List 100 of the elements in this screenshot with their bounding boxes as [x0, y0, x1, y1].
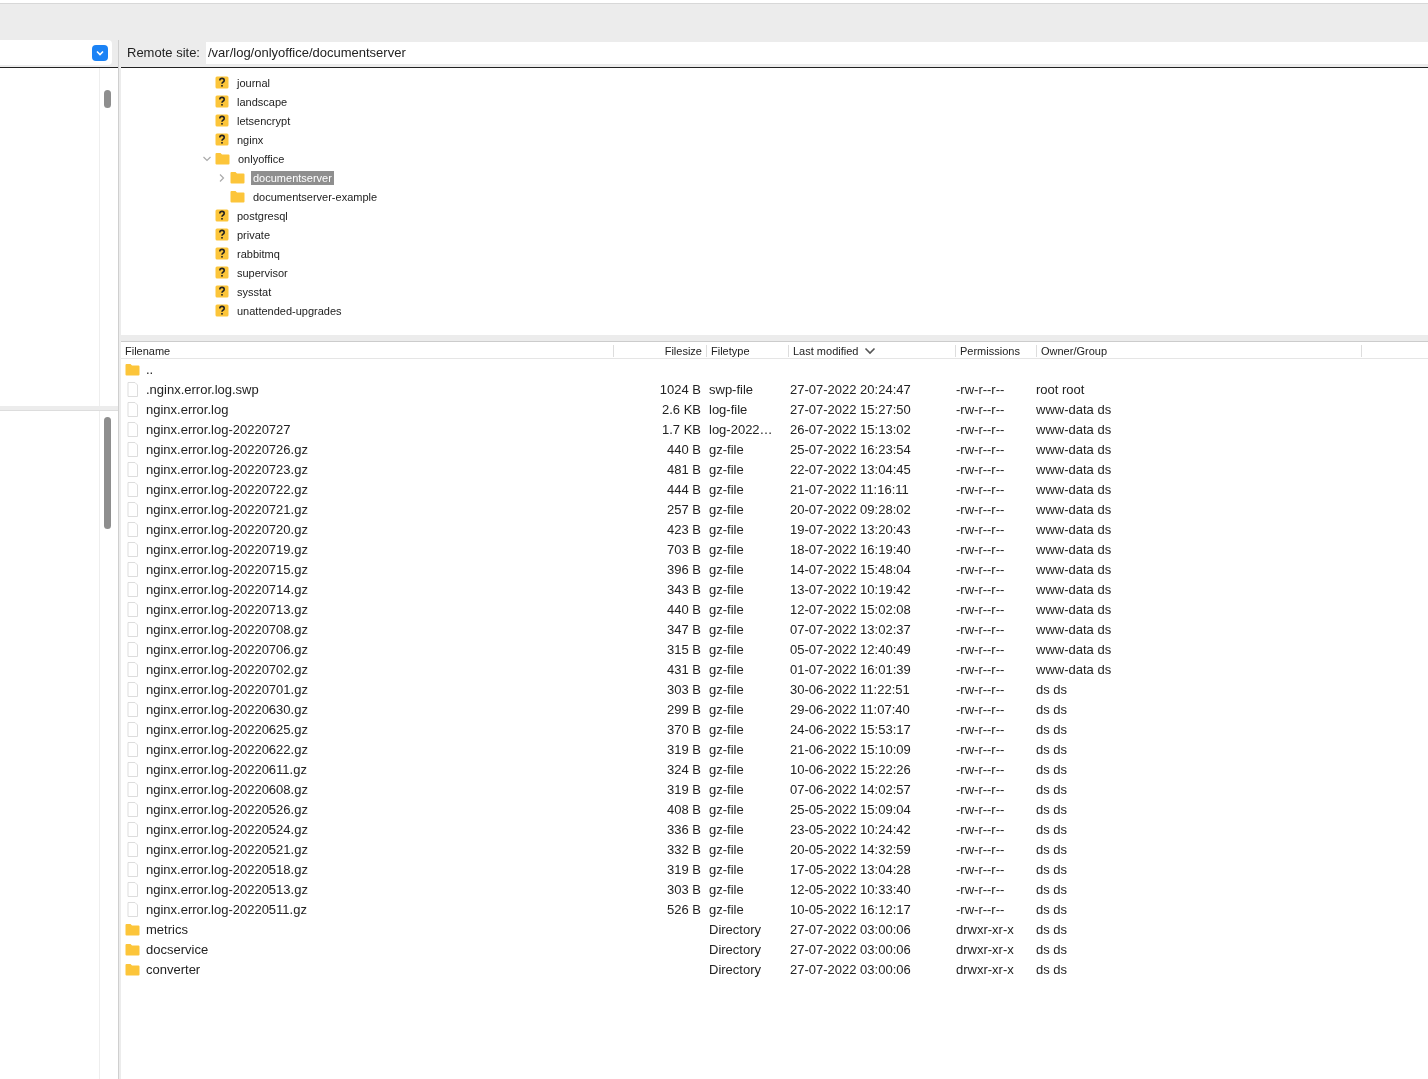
file-icon	[125, 541, 140, 557]
column-header[interactable]: Last modified	[789, 345, 956, 357]
table-cell: www-data ds	[1036, 541, 1112, 557]
table-cell: 10-06-2022 15:22:26	[790, 761, 911, 777]
file-name[interactable]: nginx.error.log-20220723.gz	[146, 461, 308, 477]
file-name[interactable]: nginx.error.log-20220518.gz	[146, 861, 308, 877]
tree-item[interactable]: letsencrypt	[235, 113, 293, 128]
tree-item[interactable]: postgresql	[235, 208, 290, 223]
table-cell: 21-07-2022 11:16:11	[790, 481, 909, 497]
table-cell: -rw-r--r--	[956, 661, 1005, 677]
table-cell: 319 B	[667, 741, 701, 757]
table-cell: drwxr-xr-x	[956, 941, 1014, 957]
table-cell: gz-file	[709, 601, 744, 617]
file-name[interactable]: nginx.error.log-20220720.gz	[146, 521, 308, 537]
tree-item[interactable]: private	[235, 227, 273, 242]
file-icon	[125, 821, 140, 837]
tree-item[interactable]: landscape	[235, 94, 290, 109]
scrollbar-thumb[interactable]	[104, 417, 111, 529]
table-cell: -rw-r--r--	[956, 741, 1005, 757]
table-cell: gz-file	[709, 901, 744, 917]
file-name[interactable]: nginx.error.log-20220702.gz	[146, 661, 308, 677]
table-cell: 526 B	[667, 901, 701, 917]
file-name[interactable]: nginx.error.log-20220722.gz	[146, 481, 308, 497]
tree-item[interactable]: documentserver-example	[251, 189, 380, 204]
table-cell: ds ds	[1036, 781, 1068, 797]
table-cell: -rw-r--r--	[956, 441, 1005, 457]
file-name[interactable]: nginx.error.log-20220701.gz	[146, 681, 308, 697]
table-cell: -rw-r--r--	[956, 901, 1005, 917]
table-cell: log-2022…	[709, 421, 773, 437]
table-cell: 27-07-2022 15:27:50	[790, 401, 911, 417]
file-name[interactable]: nginx.error.log-20220611.gz	[146, 761, 307, 777]
question-mark-icon	[215, 247, 229, 260]
file-name[interactable]: nginx.error.log-20220622.gz	[146, 741, 308, 757]
file-name[interactable]: nginx.error.log-20220513.gz	[146, 881, 308, 897]
table-cell: 27-07-2022 03:00:06	[790, 941, 911, 957]
tree-item[interactable]: nginx	[235, 132, 266, 147]
table-cell: ds ds	[1036, 901, 1068, 917]
column-header[interactable]: Filesize	[614, 345, 707, 357]
file-name[interactable]: nginx.error.log-20220721.gz	[146, 501, 308, 517]
column-header[interactable]: Permissions	[956, 345, 1037, 357]
scrollbar-thumb[interactable]	[104, 90, 111, 108]
file-name[interactable]: nginx.error.log-20220706.gz	[146, 641, 308, 657]
remote-site-field[interactable]: /var/log/onlyoffice/documentserver	[206, 41, 1428, 64]
file-name[interactable]: nginx.error.log-20220719.gz	[146, 541, 308, 557]
folder-icon	[125, 922, 140, 936]
table-cell: gz-file	[709, 741, 744, 757]
file-name[interactable]: nginx.error.log-20220630.gz	[146, 701, 308, 717]
file-icon	[125, 681, 140, 697]
file-name[interactable]: nginx.error.log-20220526.gz	[146, 801, 308, 817]
file-name[interactable]: .nginx.error.log.swp	[146, 381, 259, 397]
file-icon	[125, 701, 140, 717]
file-name[interactable]: nginx.error.log-20220727	[146, 421, 291, 437]
table-cell: -rw-r--r--	[956, 701, 1005, 717]
file-icon	[125, 581, 140, 597]
column-header[interactable]: Filename	[121, 345, 614, 357]
file-icon	[125, 501, 140, 517]
tree-item[interactable]: rabbitmq	[235, 246, 282, 261]
file-icon	[125, 661, 140, 677]
file-name[interactable]: nginx.error.log-20220608.gz	[146, 781, 308, 797]
tree-item[interactable]: journal	[235, 75, 273, 90]
table-cell: 396 B	[667, 561, 701, 577]
table-cell: root root	[1036, 381, 1085, 397]
column-header[interactable]: Owner/Group	[1037, 345, 1362, 357]
chevron-right-icon[interactable]	[218, 172, 226, 183]
table-cell: -rw-r--r--	[956, 801, 1005, 817]
table-cell: www-data ds	[1036, 581, 1112, 597]
file-name[interactable]: converter	[146, 961, 201, 977]
file-name[interactable]: nginx.error.log-20220714.gz	[146, 581, 308, 597]
chevron-down-icon[interactable]	[202, 154, 212, 163]
table-cell: ds ds	[1036, 921, 1068, 937]
file-name[interactable]: nginx.error.log	[146, 401, 229, 417]
table-cell: gz-file	[709, 661, 744, 677]
tree-item[interactable]: onlyoffice	[236, 151, 287, 166]
file-name[interactable]: nginx.error.log-20220715.gz	[146, 561, 308, 577]
column-header[interactable]: Filetype	[707, 345, 789, 357]
tree-item[interactable]: supervisor	[235, 265, 290, 280]
file-name[interactable]: docservice	[146, 941, 209, 957]
file-name[interactable]: nginx.error.log-20220708.gz	[146, 621, 308, 637]
file-name[interactable]: nginx.error.log-20220521.gz	[146, 841, 308, 857]
tree-item[interactable]: sysstat	[235, 284, 274, 299]
table-cell: 12-07-2022 15:02:08	[790, 601, 911, 617]
file-icon	[125, 521, 140, 537]
question-mark-icon	[215, 209, 229, 222]
table-cell: 343 B	[667, 581, 701, 597]
file-name[interactable]: ..	[146, 361, 154, 377]
dropdown-button[interactable]	[92, 44, 108, 61]
table-cell: ds ds	[1036, 761, 1068, 777]
file-name[interactable]: nginx.error.log-20220524.gz	[146, 821, 308, 837]
table-cell: 24-06-2022 15:53:17	[790, 721, 911, 737]
file-icon	[125, 881, 140, 897]
question-mark-icon	[215, 266, 229, 279]
tree-item[interactable]: unattended-upgrades	[235, 303, 344, 318]
file-name[interactable]: nginx.error.log-20220713.gz	[146, 601, 308, 617]
table-cell: ds ds	[1036, 881, 1068, 897]
file-name[interactable]: nginx.error.log-20220511.gz	[146, 901, 307, 917]
folder-icon	[125, 362, 140, 376]
file-name[interactable]: nginx.error.log-20220625.gz	[146, 721, 308, 737]
file-name[interactable]: nginx.error.log-20220726.gz	[146, 441, 308, 457]
file-name[interactable]: metrics	[146, 921, 188, 937]
table-cell: gz-file	[709, 781, 744, 797]
